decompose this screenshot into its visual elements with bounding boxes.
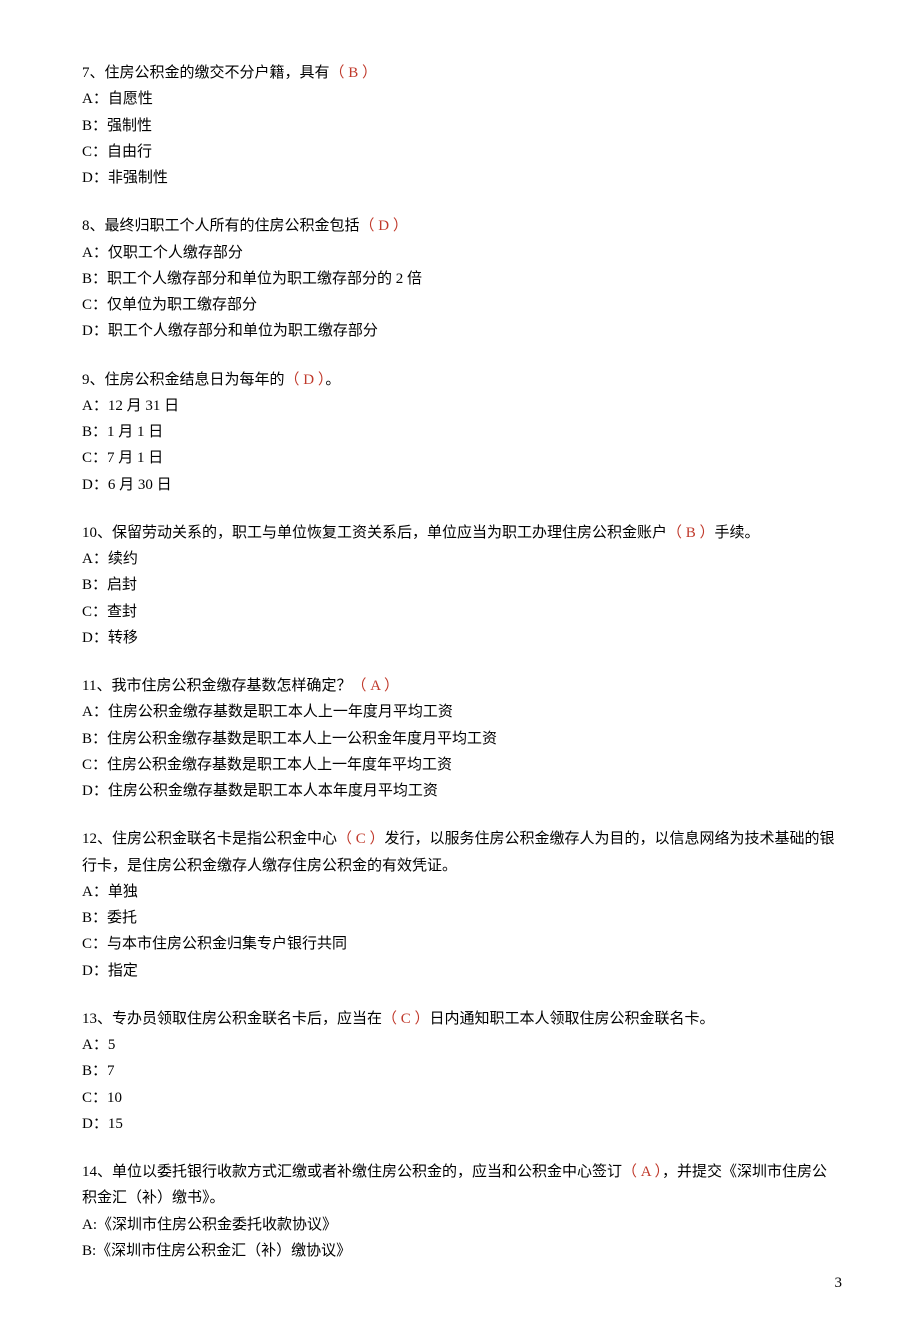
option-a: A：5 [82, 1032, 842, 1058]
option-c: C：查封 [82, 599, 842, 625]
option-d: D：住房公积金缴存基数是职工本人本年度月平均工资 [82, 778, 842, 804]
stem-before: 12、住房公积金联名卡是指公积金中心 [82, 831, 337, 847]
option-a: A：自愿性 [82, 86, 842, 112]
stem-before: 14、单位以委托银行收款方式汇缴或者补缴住房公积金的，应当和公积金中心签订 [82, 1164, 622, 1180]
option-b: B：住房公积金缴存基数是职工本人上一公积金年度月平均工资 [82, 726, 842, 752]
option-c: C：7 月 1 日 [82, 445, 842, 471]
option-b: B：职工个人缴存部分和单位为职工缴存部分的 2 倍 [82, 266, 842, 292]
option-c: C：与本市住房公积金归集专户银行共同 [82, 931, 842, 957]
question-11: 11、我市住房公积金缴存基数怎样确定？（ A ） A：住房公积金缴存基数是职工本… [82, 673, 842, 804]
answer-mark: （ C ） [337, 831, 385, 847]
stem-before: 8、最终归职工个人所有的住房公积金包括 [82, 218, 360, 234]
stem-before: 13、专办员领取住房公积金联名卡后，应当在 [82, 1011, 382, 1027]
answer-mark: （ B ） [330, 65, 378, 81]
stem-before: 11、我市住房公积金缴存基数怎样确定？ [82, 678, 351, 694]
option-c: C：仅单位为职工缴存部分 [82, 292, 842, 318]
option-b: B：1 月 1 日 [82, 419, 842, 445]
question-stem: 14、单位以委托银行收款方式汇缴或者补缴住房公积金的，应当和公积金中心签订（ A… [82, 1159, 842, 1212]
option-b: B：7 [82, 1058, 842, 1084]
stem-before: 7、住房公积金的缴交不分户籍，具有 [82, 65, 330, 81]
option-d: D：6 月 30 日 [82, 472, 842, 498]
answer-mark: （ C ） [382, 1011, 430, 1027]
question-8: 8、最终归职工个人所有的住房公积金包括（ D ） A：仅职工个人缴存部分 B：职… [82, 213, 842, 344]
question-stem: 9、住房公积金结息日为每年的（ D ）。 [82, 367, 842, 393]
option-a: A：续约 [82, 546, 842, 572]
option-c: C：住房公积金缴存基数是职工本人上一年度年平均工资 [82, 752, 842, 778]
question-stem: 13、专办员领取住房公积金联名卡后，应当在（ C ）日内通知职工本人领取住房公积… [82, 1006, 842, 1032]
answer-mark: （ D ） [360, 218, 408, 234]
stem-before: 10、保留劳动关系的，职工与单位恢复工资关系后，单位应当为职工办理住房公积金账户 [82, 525, 667, 541]
question-13: 13、专办员领取住房公积金联名卡后，应当在（ C ）日内通知职工本人领取住房公积… [82, 1006, 842, 1137]
option-b: B:《深圳市住房公积金汇（补）缴协议》 [82, 1238, 842, 1264]
option-a: A：仅职工个人缴存部分 [82, 240, 842, 266]
question-14: 14、单位以委托银行收款方式汇缴或者补缴住房公积金的，应当和公积金中心签订（ A… [82, 1159, 842, 1264]
option-a: A:《深圳市住房公积金委托收款协议》 [82, 1212, 842, 1238]
option-a: A：住房公积金缴存基数是职工本人上一年度月平均工资 [82, 699, 842, 725]
option-d: D：15 [82, 1111, 842, 1137]
stem-after: 手续。 [715, 525, 760, 541]
question-12: 12、住房公积金联名卡是指公积金中心（ C ）发行，以服务住房公积金缴存人为目的… [82, 826, 842, 984]
option-d: D：转移 [82, 625, 842, 651]
page-container: 7、住房公积金的缴交不分户籍，具有（ B ） A：自愿性 B：强制性 C：自由行… [0, 0, 920, 1326]
option-c: C：自由行 [82, 139, 842, 165]
answer-mark: （ D ） [285, 372, 326, 388]
option-b: B：启封 [82, 572, 842, 598]
option-a: A：12 月 31 日 [82, 393, 842, 419]
option-a: A：单独 [82, 879, 842, 905]
question-stem: 12、住房公积金联名卡是指公积金中心（ C ）发行，以服务住房公积金缴存人为目的… [82, 826, 842, 879]
stem-after: 日内通知职工本人领取住房公积金联名卡。 [430, 1011, 715, 1027]
option-b: B：委托 [82, 905, 842, 931]
option-d: D：非强制性 [82, 165, 842, 191]
stem-before: 9、住房公积金结息日为每年的 [82, 372, 285, 388]
question-7: 7、住房公积金的缴交不分户籍，具有（ B ） A：自愿性 B：强制性 C：自由行… [82, 60, 842, 191]
answer-mark: （ B ） [667, 525, 715, 541]
question-10: 10、保留劳动关系的，职工与单位恢复工资关系后，单位应当为职工办理住房公积金账户… [82, 520, 842, 651]
answer-mark: （ A ） [351, 678, 399, 694]
option-d: D：指定 [82, 958, 842, 984]
option-b: B：强制性 [82, 113, 842, 139]
option-d: D：职工个人缴存部分和单位为职工缴存部分 [82, 318, 842, 344]
question-stem: 11、我市住房公积金缴存基数怎样确定？（ A ） [82, 673, 842, 699]
page-number: 3 [835, 1270, 843, 1296]
question-9: 9、住房公积金结息日为每年的（ D ）。 A：12 月 31 日 B：1 月 1… [82, 367, 842, 498]
question-stem: 8、最终归职工个人所有的住房公积金包括（ D ） [82, 213, 842, 239]
question-stem: 7、住房公积金的缴交不分户籍，具有（ B ） [82, 60, 842, 86]
stem-after: 。 [325, 372, 340, 388]
option-c: C：10 [82, 1085, 842, 1111]
question-stem: 10、保留劳动关系的，职工与单位恢复工资关系后，单位应当为职工办理住房公积金账户… [82, 520, 842, 546]
answer-mark: （ A ） [622, 1164, 662, 1180]
